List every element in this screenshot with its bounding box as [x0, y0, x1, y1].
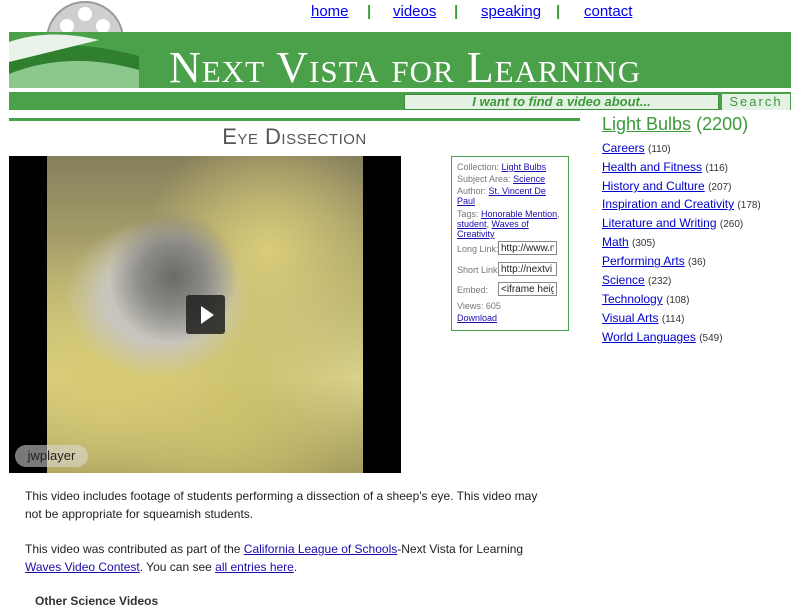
short-link-field[interactable] [498, 262, 557, 276]
search-input[interactable]: I want to find a video about... [404, 94, 719, 110]
list-item: Inspiration and Creativity (178) [602, 197, 761, 211]
hills-graphic [9, 34, 139, 88]
download-row: Download [457, 313, 563, 323]
views-row: Views: 605 [457, 301, 501, 311]
collection-link[interactable]: Light Bulbs [502, 162, 547, 172]
list-item: World Languages (549) [602, 330, 723, 344]
other-videos-heading: Other Science Videos [35, 594, 159, 608]
category-link[interactable]: Performing Arts [602, 254, 685, 268]
list-item: Science (232) [602, 273, 672, 287]
list-item: Performing Arts (36) [602, 254, 706, 268]
light-bulbs-link[interactable]: Light Bulbs [602, 114, 691, 134]
nav-contact-link[interactable]: contact [584, 3, 632, 20]
list-item: Technology (108) [602, 292, 690, 306]
nav-videos-link[interactable]: videos [393, 3, 436, 20]
collection-row: Collection: Light Bulbs [457, 162, 547, 172]
nav-separator: | [556, 3, 561, 20]
play-button-icon[interactable] [186, 295, 225, 334]
jwplayer-badge[interactable]: jwplayer [15, 445, 88, 467]
nav-separator: | [454, 3, 459, 20]
site-banner[interactable]: Next Vista for Learning [9, 32, 791, 88]
sidebar-heading: Light Bulbs (2200) [602, 114, 748, 135]
category-link[interactable]: Health and Fitness [602, 160, 702, 174]
tag-link[interactable]: Honorable Mention [481, 209, 557, 219]
embed-field[interactable] [498, 282, 557, 296]
category-link[interactable]: Inspiration and Creativity [602, 197, 734, 211]
category-link[interactable]: Careers [602, 141, 645, 155]
title-divider [9, 118, 580, 121]
sidebar-heading-count: (2200) [696, 114, 749, 134]
list-item: Literature and Writing (260) [602, 216, 744, 230]
category-link[interactable]: Literature and Writing [602, 216, 717, 230]
long-link-field[interactable] [498, 241, 557, 255]
category-link[interactable]: History and Culture [602, 179, 705, 193]
nav-separator: | [367, 3, 372, 20]
nav-home-link[interactable]: home [311, 3, 349, 20]
views-count: 605 [485, 301, 501, 311]
list-item: History and Culture (207) [602, 179, 732, 193]
nav-speaking-link[interactable]: speaking [481, 3, 541, 20]
category-link[interactable]: Science [602, 273, 645, 287]
category-link[interactable]: Technology [602, 292, 663, 306]
video-description: This video includes footage of students … [25, 489, 538, 521]
contribution-note: This video was contributed as part of th… [25, 542, 524, 574]
tag-link[interactable]: student [457, 219, 487, 229]
subject-link[interactable]: Science [513, 174, 545, 184]
california-league-link[interactable]: California League of Schools [244, 542, 397, 556]
subject-row: Subject Area: Science [457, 174, 546, 184]
top-nav: home | videos | speaking | contact [290, 3, 650, 21]
site-title: Next Vista for Learning [169, 43, 642, 89]
list-item: Health and Fitness (116) [602, 160, 729, 174]
waves-contest-link[interactable]: Waves Video Contest [25, 560, 140, 574]
all-entries-link[interactable]: all entries here [215, 560, 294, 574]
search-button[interactable]: Search [722, 94, 790, 110]
tags-row: Tags: Honorable Mention, student, Waves … [457, 209, 560, 239]
video-player[interactable]: jwplayer [9, 156, 401, 473]
list-item: Careers (110) [602, 141, 671, 155]
author-row: Author: St. Vincent De Paul [457, 186, 546, 206]
download-link[interactable]: Download [457, 313, 497, 323]
category-link[interactable]: World Languages [602, 330, 696, 344]
category-link[interactable]: Math [602, 235, 629, 249]
category-link[interactable]: Visual Arts [602, 311, 658, 325]
list-item: Math (305) [602, 235, 656, 249]
list-item: Visual Arts (114) [602, 311, 685, 325]
video-info-box: Collection: Light Bulbs Subject Area: Sc… [451, 156, 569, 331]
video-title: Eye Dissection [222, 124, 367, 149]
